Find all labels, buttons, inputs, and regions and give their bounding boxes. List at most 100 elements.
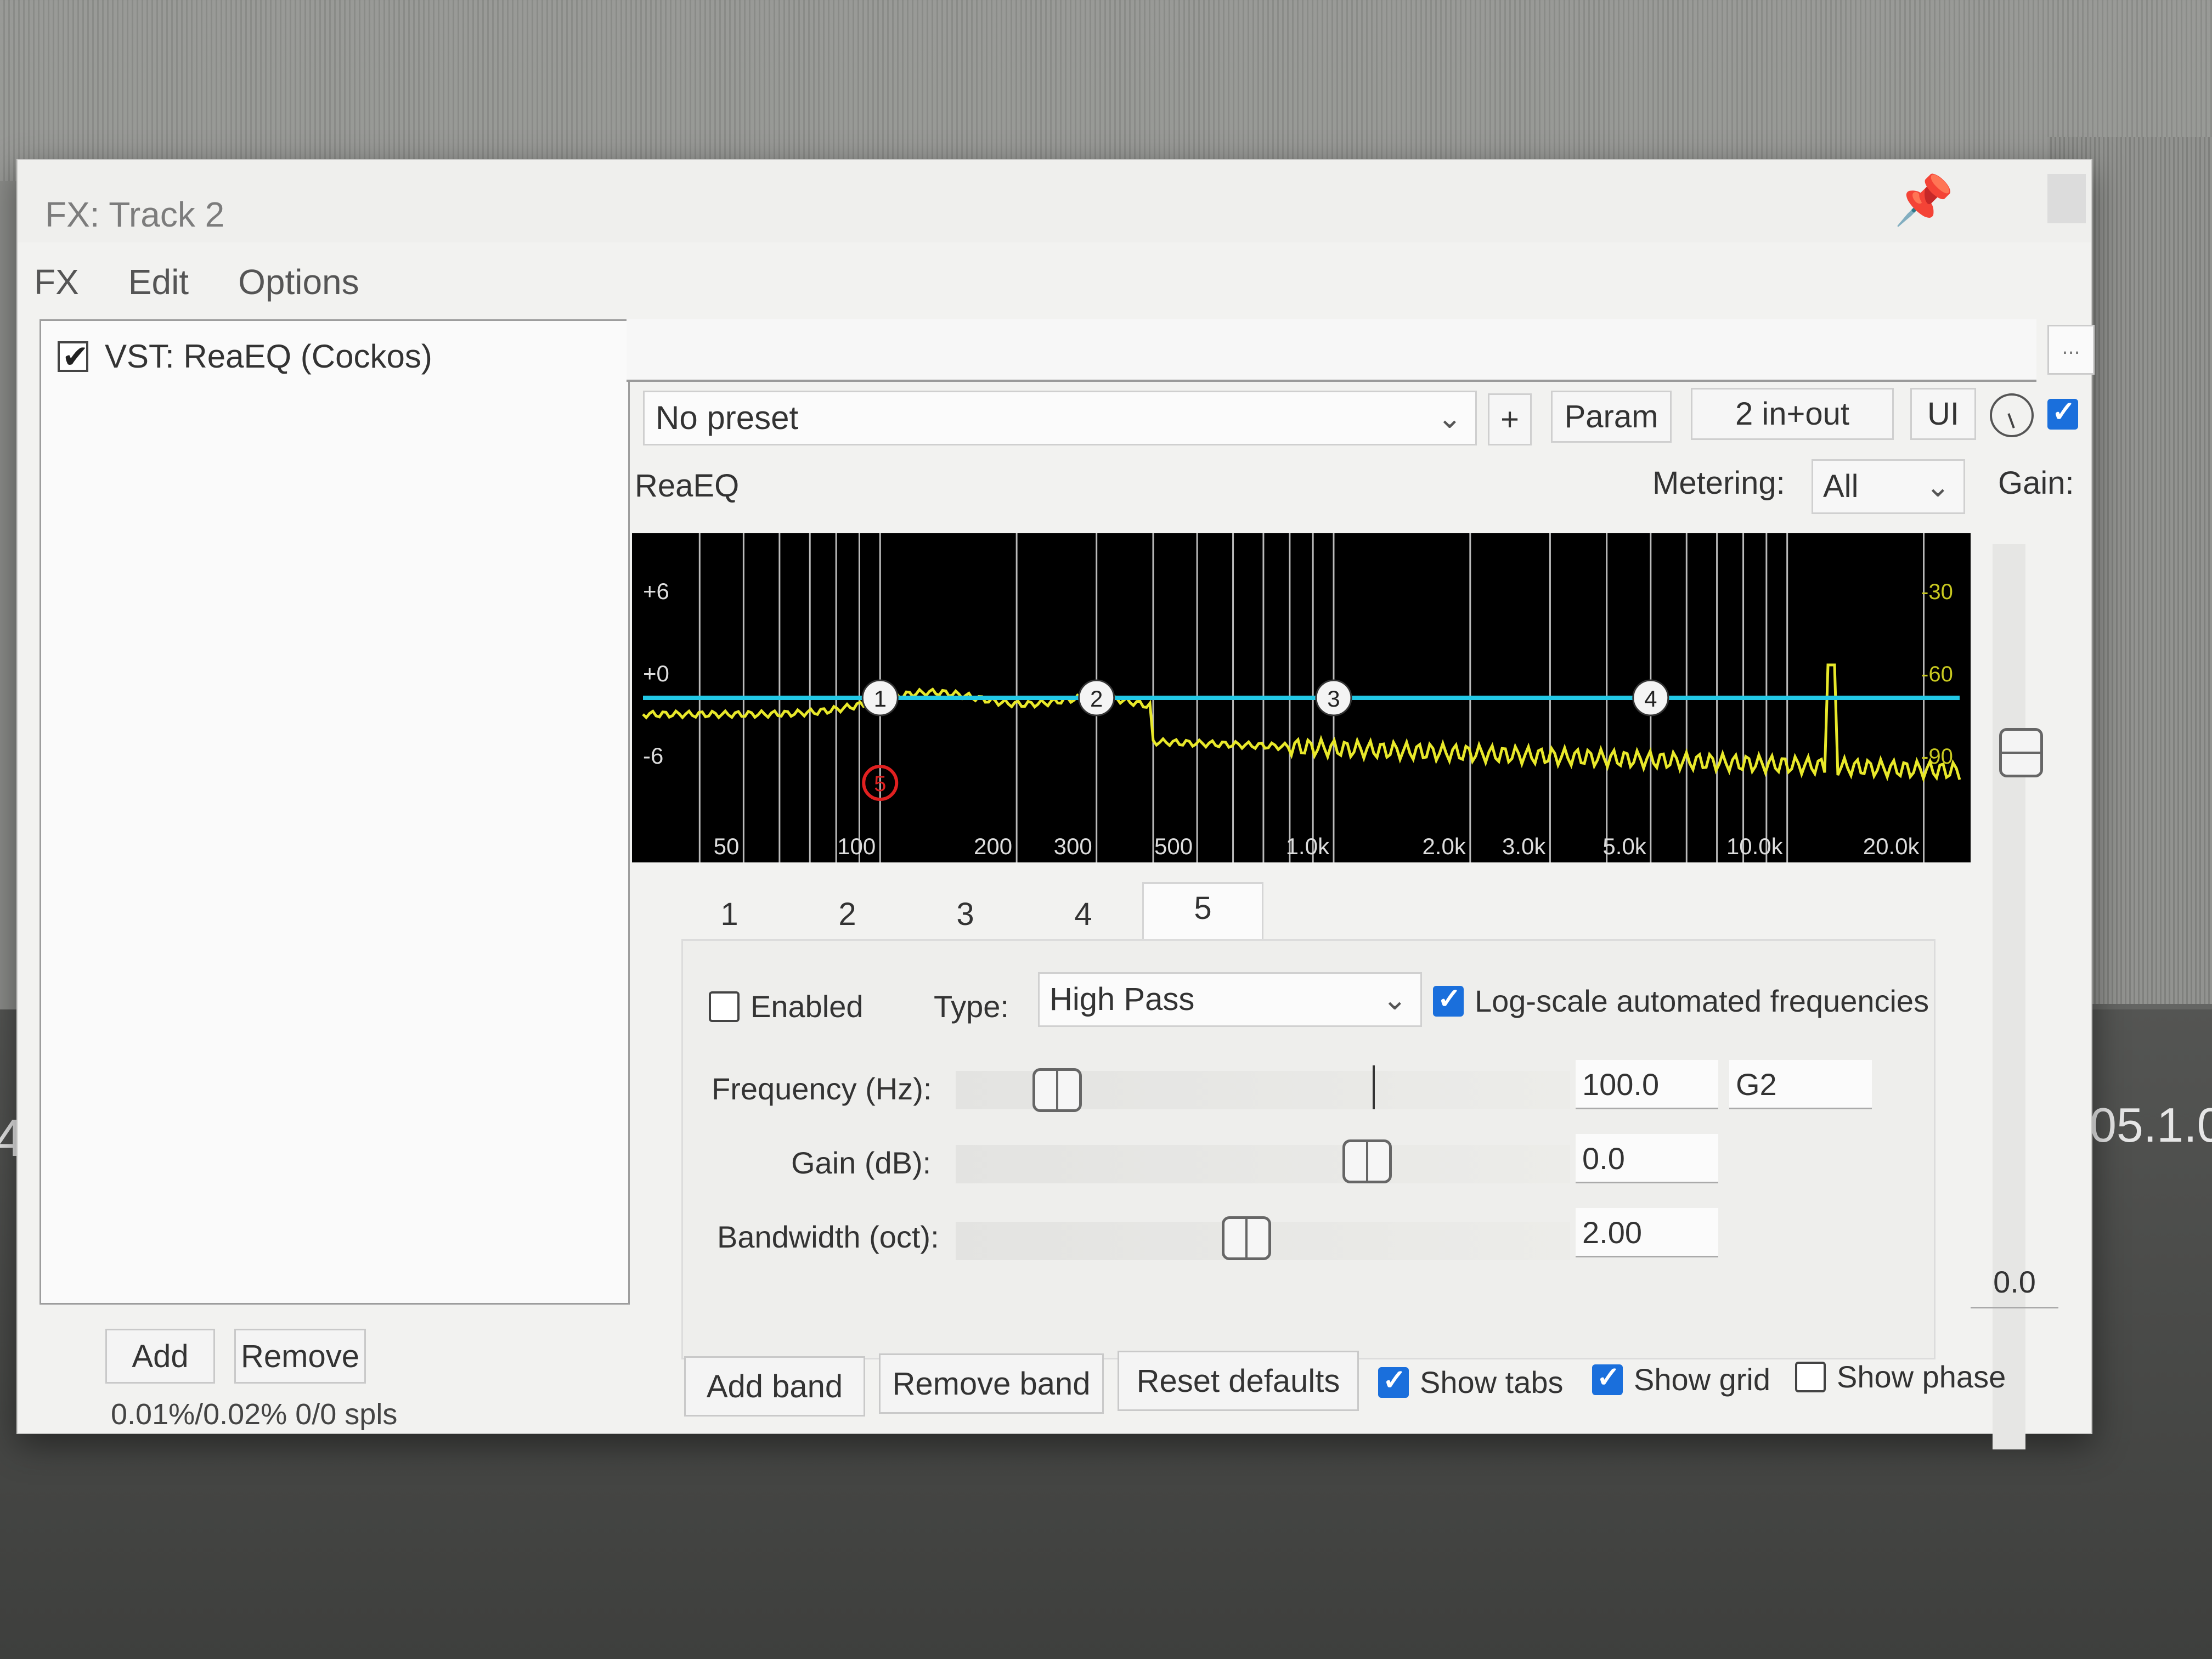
pin-icon[interactable]: 📌 <box>1894 172 1954 229</box>
enabled-checkbox-row[interactable]: Enabled <box>709 989 864 1024</box>
band-gain-slider-thumb[interactable] <box>1342 1139 1392 1183</box>
gain-slider-track[interactable] <box>1993 544 2025 1449</box>
band-gain-slider-track[interactable] <box>956 1145 1570 1183</box>
show-grid-row[interactable]: Show grid <box>1592 1361 1771 1397</box>
log-scale-checkbox[interactable] <box>1433 983 1464 1017</box>
more-button[interactable]: ... <box>2047 325 2095 375</box>
type-value: High Pass <box>1049 981 1195 1017</box>
remove-fx-button[interactable]: Remove <box>234 1329 366 1384</box>
frequency-input[interactable]: 100.0 <box>1576 1060 1718 1109</box>
show-grid-label: Show grid <box>1634 1362 1771 1397</box>
metering-label: Metering: <box>1652 465 1785 501</box>
tab-band-3[interactable]: 3 <box>906 890 1024 939</box>
freq-label: 100 <box>837 833 876 859</box>
add-band-button[interactable]: Add band <box>684 1356 865 1417</box>
bandwidth-input[interactable]: 2.00 <box>1576 1208 1718 1257</box>
show-tabs-label: Show tabs <box>1420 1365 1564 1400</box>
right-db-label: -90 <box>1921 744 1953 769</box>
title-bar[interactable]: FX: Track 2 📌 <box>18 160 2091 242</box>
plugin-name-field[interactable] <box>627 319 2036 382</box>
io-button[interactable]: 2 in+out <box>1691 388 1894 440</box>
freq-label: 10.0k <box>1726 833 1784 859</box>
plugin-name: ReaEQ <box>635 468 740 504</box>
show-phase-row[interactable]: Show phase <box>1795 1359 2006 1395</box>
band-node-label: 3 <box>1327 686 1340 712</box>
freq-label: 20.0k <box>1863 833 1920 859</box>
bypass-checkbox[interactable] <box>2047 396 2078 430</box>
chevron-down-icon: ⌄ <box>1437 402 1462 435</box>
bandwidth-label: Bandwidth (oct): <box>717 1220 939 1254</box>
menu-options[interactable]: Options <box>233 262 365 306</box>
freq-label: 500 <box>1154 833 1193 859</box>
remove-band-button[interactable]: Remove band <box>879 1353 1104 1414</box>
right-db-label: -30 <box>1921 580 1953 604</box>
band-tabs: 1 2 3 4 5 <box>670 882 1713 941</box>
freq-label: 50 <box>714 833 740 859</box>
freq-label: 1.0k <box>1286 833 1330 859</box>
freq-label: 5.0k <box>1602 833 1646 859</box>
fx-chain-list[interactable]: VST: ReaEQ (Cockos) <box>40 319 630 1305</box>
show-grid-checkbox[interactable] <box>1592 1361 1623 1395</box>
eq-graph-canvas[interactable]: +6 +0 -6 -30 -60 -90 50 100 200 300 500 1.0k 2.0k 3.0… <box>632 533 1971 862</box>
chevron-down-icon: ⌄ <box>1925 470 1950 503</box>
gain-slider-thumb[interactable] <box>1999 728 2043 777</box>
type-label: Type: <box>934 989 1009 1024</box>
band-node-label: 1 <box>874 686 887 712</box>
metering-select[interactable]: All ⌄ <box>1812 459 1965 514</box>
log-scale-label: Log-scale automated frequencies <box>1475 984 1929 1018</box>
menu-fx[interactable]: FX <box>29 262 84 306</box>
enabled-checkbox[interactable] <box>709 991 740 1022</box>
band-node-label: 4 <box>1644 686 1657 712</box>
band-gain-input[interactable]: 0.0 <box>1576 1134 1718 1183</box>
freq-label: 2.0k <box>1422 833 1466 859</box>
preset-value: No preset <box>656 399 799 436</box>
type-select[interactable]: High Pass ⌄ <box>1038 972 1422 1027</box>
tab-band-4[interactable]: 4 <box>1024 890 1142 939</box>
close-button[interactable] <box>2047 174 2086 223</box>
preset-select[interactable]: No preset ⌄ <box>643 391 1477 445</box>
daw-background-top <box>0 0 2212 181</box>
metering-value: All <box>1823 469 1859 504</box>
band-node-label: 5 <box>874 772 886 796</box>
chevron-down-icon: ⌄ <box>1382 983 1407 1016</box>
add-fx-button[interactable]: Add <box>105 1329 215 1384</box>
menu-bar: FX Edit Options <box>29 262 365 306</box>
eq-graph[interactable]: +6 +0 -6 -30 -60 -90 50 100 200 300 500 1.0k 2.0k 3.0… <box>632 533 1971 862</box>
note-input[interactable]: G2 <box>1729 1060 1872 1109</box>
add-preset-button[interactable]: + <box>1488 393 1532 445</box>
fx-window: FX: Track 2 📌 FX Edit Options VST: ReaEQ… <box>16 159 2095 1449</box>
wet-knob[interactable] <box>1990 393 2034 437</box>
fx-enable-checkbox[interactable] <box>58 338 89 375</box>
tab-band-5[interactable]: 5 <box>1142 882 1263 941</box>
enabled-label: Enabled <box>751 989 864 1024</box>
show-tabs-row[interactable]: Show tabs <box>1378 1364 1564 1400</box>
bandwidth-slider-thumb[interactable] <box>1222 1216 1271 1260</box>
freq-label: 3.0k <box>1502 833 1546 859</box>
reset-defaults-button[interactable]: Reset defaults <box>1118 1351 1359 1411</box>
cpu-status: 0.01%/0.02% 0/0 spls <box>111 1398 398 1431</box>
frequency-center-mark <box>1373 1065 1375 1109</box>
show-phase-label: Show phase <box>1837 1359 2006 1394</box>
gain-value[interactable]: 0.0 <box>1971 1257 2058 1308</box>
db-label: +6 <box>643 578 669 604</box>
frequency-label: Frequency (Hz): <box>712 1071 932 1106</box>
menu-edit[interactable]: Edit <box>123 262 194 306</box>
fx-item-label: VST: ReaEQ (Cockos) <box>105 338 432 375</box>
ui-button[interactable]: UI <box>1910 388 1976 440</box>
freq-label: 200 <box>974 833 1012 859</box>
show-tabs-checkbox[interactable] <box>1378 1364 1409 1398</box>
param-button[interactable]: Param <box>1551 391 1672 443</box>
tab-band-2[interactable]: 2 <box>788 890 906 939</box>
tab-band-1[interactable]: 1 <box>670 890 788 939</box>
right-db-label: -60 <box>1921 662 1953 686</box>
db-label: -6 <box>643 743 663 769</box>
fx-chain-item[interactable]: VST: ReaEQ (Cockos) <box>58 337 432 375</box>
show-phase-checkbox[interactable] <box>1795 1361 1826 1392</box>
gain-label: Gain: <box>1998 465 2074 501</box>
frequency-slider-thumb[interactable] <box>1032 1068 1082 1112</box>
band-gain-label: Gain (dB): <box>791 1146 932 1180</box>
freq-label: 300 <box>1054 833 1092 859</box>
log-scale-row[interactable]: Log-scale automated frequencies <box>1433 983 1929 1019</box>
db-label: +0 <box>643 661 669 686</box>
spectrum-line <box>642 663 1961 783</box>
